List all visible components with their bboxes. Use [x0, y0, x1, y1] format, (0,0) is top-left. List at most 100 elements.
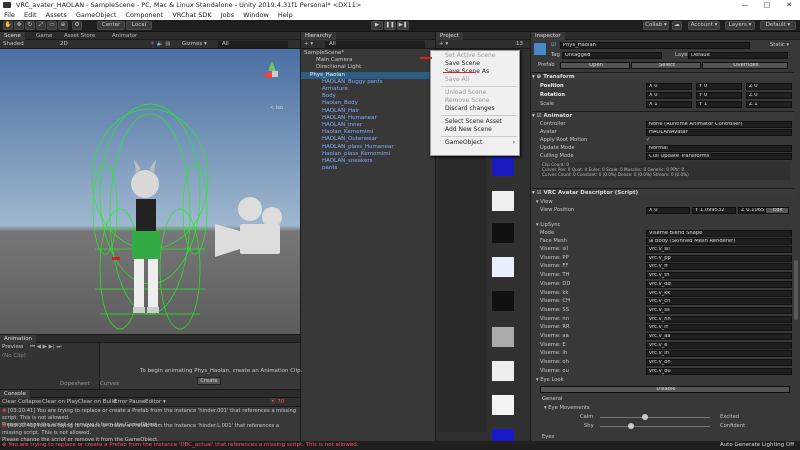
- lipsync-foldout[interactable]: ▾ LipSync: [536, 222, 560, 229]
- error-count[interactable]: ⦿ 70: [270, 399, 284, 406]
- inspector-scrollbar[interactable]: [794, 260, 798, 320]
- clear-on-build-toggle[interactable]: Clear on Build: [78, 399, 117, 406]
- context-menu-item[interactable]: Discard changes: [431, 105, 521, 113]
- context-menu-item[interactable]: GameObject: [431, 139, 521, 147]
- prefab-select-button[interactable]: Select: [631, 62, 701, 69]
- hierarchy-item[interactable]: Directional Light: [301, 64, 436, 71]
- avatar-descriptor-header[interactable]: ▾ ☑ VRC Avatar Descriptor (Script): [532, 188, 794, 197]
- error-pause-toggle[interactable]: Error Pause: [114, 399, 145, 406]
- viseme-dropdown[interactable]: vrc.v_oh: [646, 359, 792, 367]
- viseme-dropdown[interactable]: vrc.v_ih: [646, 350, 792, 358]
- transform-tool-icon[interactable]: ⊕: [58, 21, 68, 30]
- viseme-dropdown[interactable]: vrc.v_rr: [646, 324, 792, 332]
- face-mesh-field[interactable]: ⊞ Body (Skinned Mesh Renderer): [646, 238, 792, 245]
- dopesheet-tab[interactable]: Dopesheet: [60, 381, 90, 388]
- scene-root-item[interactable]: SampleScene*: [301, 50, 436, 57]
- viseme-dropdown[interactable]: vrc.v_ch: [646, 298, 792, 306]
- scene-viewport[interactable]: < Iso: [0, 49, 300, 334]
- console-collapse-button[interactable]: Collapse: [18, 399, 41, 406]
- transform-z-field[interactable]: Z 1: [746, 101, 792, 108]
- prefab-open-button[interactable]: Open: [560, 62, 630, 69]
- step-button[interactable]: ▶❚: [397, 21, 409, 30]
- eye-look-foldout[interactable]: ▾ Eye Look: [536, 377, 564, 384]
- static-toggle[interactable]: Static ▾: [770, 42, 789, 49]
- lighting-icon[interactable]: ☀ 🔈 ▦: [150, 41, 170, 48]
- console-message[interactable]: ⊗ [03:10:41] You are trying to replace o…: [2, 423, 298, 443]
- animator-value[interactable]: Cull Update Transforms: [646, 153, 792, 160]
- layer-dropdown[interactable]: Default: [688, 52, 788, 59]
- calm-excited-slider[interactable]: [600, 417, 710, 418]
- viseme-dropdown[interactable]: vrc.v_th: [646, 272, 792, 280]
- scene-search[interactable]: All: [218, 41, 288, 48]
- animator-value[interactable]: Normal: [646, 145, 792, 152]
- texture-thumb[interactable]: [491, 326, 515, 348]
- editor-dropdown[interactable]: Editor ▾: [145, 399, 166, 406]
- tab-inspector[interactable]: Inspector: [531, 32, 565, 40]
- tab-project[interactable]: Project: [436, 32, 463, 40]
- animator-value[interactable]: None (Runtime Animator Controller): [646, 121, 792, 128]
- texture-thumb[interactable]: [491, 222, 515, 244]
- pause-button[interactable]: ❚❚: [384, 21, 396, 30]
- view-pos-y[interactable]: Y 1.099532: [692, 207, 736, 214]
- scale-tool-icon[interactable]: ⤢: [36, 21, 46, 30]
- view-pos-x[interactable]: X 0: [646, 207, 690, 214]
- create-clip-button[interactable]: Create: [197, 377, 221, 385]
- clip-dropdown[interactable]: (No Clip): [2, 353, 26, 360]
- hierarchy-item[interactable]: Body: [301, 93, 436, 100]
- animator-header[interactable]: ▾ ☑ Animator: [532, 111, 794, 120]
- hierarchy-item[interactable]: HAOLAN_Outerwear: [301, 136, 436, 143]
- tag-dropdown[interactable]: Untagged: [562, 52, 662, 59]
- minimize-button[interactable]: —: [734, 0, 756, 10]
- lipsync-mode-dropdown[interactable]: Viseme Blend Shape: [646, 230, 792, 237]
- account-dropdown[interactable]: Account ▾: [688, 21, 720, 30]
- viseme-dropdown[interactable]: vrc.v_aa: [646, 333, 792, 340]
- console-clear-button[interactable]: Clear: [2, 399, 16, 406]
- transform-y-field[interactable]: Y 1: [696, 101, 742, 108]
- shy-confident-slider[interactable]: [600, 426, 710, 427]
- hierarchy-item[interactable]: Haolan_Body: [301, 100, 436, 107]
- create-dropdown[interactable]: + ▾: [304, 41, 313, 48]
- transform-x-field[interactable]: X 1: [646, 101, 692, 108]
- texture-thumb[interactable]: [491, 360, 515, 382]
- layers-dropdown[interactable]: Layers ▾: [725, 21, 755, 30]
- context-menu-item[interactable]: Select Scene Asset: [431, 118, 521, 126]
- menu-component[interactable]: Component: [125, 11, 163, 19]
- texture-thumb[interactable]: [491, 190, 515, 212]
- prefab-overrides-button[interactable]: Overrides: [702, 62, 788, 69]
- transform-y-field[interactable]: Y 0: [696, 83, 742, 90]
- eye-look-disable-button[interactable]: Disable: [540, 386, 790, 393]
- menu-help[interactable]: Help: [278, 11, 293, 19]
- transform-y-field[interactable]: Y 0: [696, 92, 742, 99]
- transform-x-field[interactable]: X 0: [646, 83, 692, 90]
- close-window-button[interactable]: ✕: [778, 0, 800, 10]
- view-foldout[interactable]: ▾ View: [536, 199, 553, 206]
- texture-thumb[interactable]: [491, 290, 515, 312]
- playback-controls[interactable]: ⏮ ◀ ▶ ▶| ⏭: [30, 344, 61, 351]
- context-menu-item[interactable]: Add New Scene: [431, 126, 521, 134]
- view-edit-button[interactable]: Edit: [765, 207, 789, 214]
- 2d-toggle[interactable]: 2D: [60, 41, 68, 48]
- tab-animation[interactable]: Animation: [0, 335, 37, 343]
- hierarchy-item[interactable]: HAOLAN_Hair: [301, 108, 436, 115]
- menu-file[interactable]: File: [4, 11, 15, 19]
- cloud-icon[interactable]: ☁: [672, 21, 682, 30]
- texture-thumb[interactable]: [491, 155, 515, 177]
- texture-thumb[interactable]: [491, 256, 515, 278]
- object-name-field[interactable]: Phys_Haolan: [560, 42, 750, 49]
- hierarchy-item[interactable]: HAOLAN_Buggy pants: [301, 79, 436, 86]
- maximize-button[interactable]: □: [756, 0, 778, 10]
- active-checkbox[interactable]: ☑: [551, 42, 556, 49]
- clear-on-play-toggle[interactable]: Clear on Play: [42, 399, 78, 406]
- transform-z-field[interactable]: Z 0: [746, 92, 792, 99]
- status-error-message[interactable]: You are trying to replace or create a Pr…: [8, 442, 358, 448]
- animator-value[interactable]: HAOLANAvatar: [646, 129, 792, 136]
- hierarchy-item[interactable]: pants: [301, 165, 436, 172]
- shy-confident-slider-handle[interactable]: [628, 423, 634, 429]
- transform-z-field[interactable]: Z 0: [746, 83, 792, 90]
- hierarchy-item[interactable]: Haolan_plass_Kemomimi: [301, 151, 436, 158]
- rotate-tool-icon[interactable]: ↻: [25, 21, 35, 30]
- menu-jobs[interactable]: Jobs: [221, 11, 234, 19]
- hand-tool-icon[interactable]: ✋: [3, 21, 13, 30]
- hierarchy-item[interactable]: HAOLAN_Inner: [301, 122, 436, 129]
- tab-console[interactable]: Console: [0, 390, 30, 398]
